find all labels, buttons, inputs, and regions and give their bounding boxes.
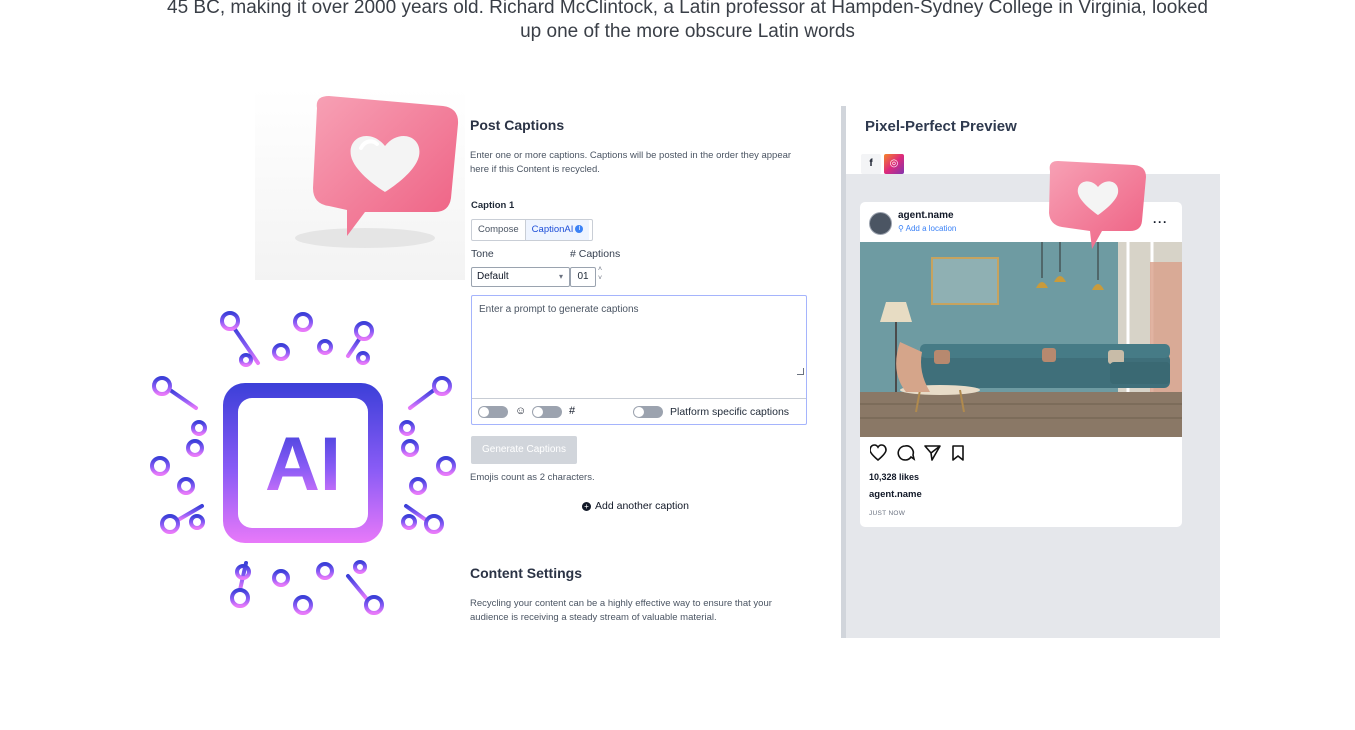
post-username: agent.name [898,210,954,221]
content-settings-description: Recycling your content can be a highly e… [470,598,772,623]
add-caption-button[interactable]: + Add another caption [582,500,689,512]
generate-captions-button[interactable]: Generate Captions [471,436,577,464]
caption-1-label: Caption 1 [471,200,515,211]
tone-label: Tone [471,248,494,260]
intro-paragraph: 45 BC, making it over 2000 years old. Ri… [167,0,1208,42]
emoji-count-note: Emojis count as 2 characters. [470,472,595,483]
preview-panel: Pixel-Perfect Preview f ◎ agent.name ⚲ A… [841,106,1220,638]
caption-prompt-box: ☺ # Platform specific captions [471,295,807,425]
chevron-down-icon[interactable]: ˅ [598,274,602,283]
instagram-icon[interactable]: ◎ [884,154,904,174]
captions-count-input[interactable]: 01 [570,267,596,287]
post-timestamp: JUST NOW [869,510,906,517]
tab-compose[interactable]: Compose [472,220,525,240]
platform-specific-label: Platform specific captions [670,406,790,418]
heart-bubble-icon [295,96,459,248]
preview-header: Pixel-Perfect Preview f ◎ [846,106,1220,174]
platform-specific-toggle[interactable] [633,406,663,418]
tab-captionai-label: CaptionAI [531,224,574,235]
captions-count-stepper[interactable]: ˄ ˅ [598,265,602,283]
heart-bubble-small-icon [1049,161,1146,249]
facebook-icon[interactable]: f [861,154,881,174]
caption-mode-tabs: Compose CaptionAI i [471,219,593,241]
caption-username: agent.name [869,489,922,500]
content-settings-title: Content Settings [470,565,582,581]
tab-compose-label: Compose [478,224,519,235]
heart-bubble-small-illustration [1040,155,1155,255]
like-icon[interactable] [869,444,887,462]
hashtag-icon: # [569,405,576,417]
bookmark-icon[interactable] [952,445,964,461]
add-caption-label: Add another caption [595,500,689,512]
chevron-down-icon: ▾ [558,272,563,281]
avatar [869,212,892,235]
post-captions-title: Post Captions [470,117,565,133]
post-image [860,242,1182,437]
resize-handle-icon[interactable] [797,368,804,375]
tab-captionai[interactable]: CaptionAI i [524,220,590,240]
comment-icon[interactable] [897,445,916,461]
ai-chip-illustration: AI [148,308,458,620]
emoji-toggle[interactable] [478,406,508,418]
share-icon[interactable] [924,445,941,461]
plus-circle-icon: + [582,501,591,511]
chevron-up-icon[interactable]: ˄ [598,265,602,274]
post-actions [869,444,980,462]
post-captions-panel: Post Captions Enter one or more captions… [465,105,815,640]
ai-chip-icon: AI [150,311,456,615]
likes-count: 10,328 likes [869,472,920,482]
ai-logo-text: AI [265,422,341,507]
emoji-icon: ☺ [515,405,527,417]
info-icon: i [575,225,584,234]
preview-title: Pixel-Perfect Preview [865,118,1017,135]
location-pin-icon: ⚲ [898,224,904,233]
post-captions-description: Enter one or more captions. Captions wil… [470,150,792,175]
panel-divider [841,106,846,638]
post-location: ⚲ Add a location [898,224,956,233]
post-location-label: Add a location [905,224,957,233]
caption-prompt-input[interactable] [472,296,806,376]
tone-select[interactable]: Default ▾ [471,267,570,287]
hashtag-toggle[interactable] [532,406,562,418]
prompt-options-bar: ☺ # Platform specific captions [472,398,806,427]
tone-select-value: Default [477,271,509,282]
heart-bubble-illustration [255,88,465,280]
more-options-icon[interactable]: ··· [1153,215,1168,229]
captions-count-label: # Captions [570,248,621,260]
